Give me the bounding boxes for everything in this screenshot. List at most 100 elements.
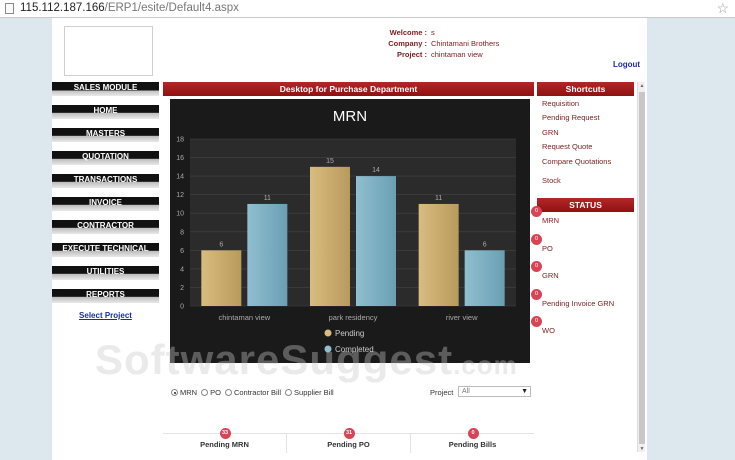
bar-pending-2: [418, 203, 459, 306]
x-tick-2: river view: [446, 313, 478, 322]
status-mrn[interactable]: 0 MRN: [531, 206, 614, 234]
pending-mrn-badge: 33: [219, 428, 231, 439]
nav-masters[interactable]: MASTERS: [52, 128, 159, 142]
bar-pending-0: [201, 250, 242, 306]
y-tick-10: 10: [176, 211, 184, 218]
project-filter-value: All: [462, 388, 470, 395]
legend-label-completed: Completed: [335, 345, 374, 354]
status-pending-invoice-grn[interactable]: 0 Pending Invoice GRN: [531, 288, 615, 317]
status-wo[interactable]: 0 WO: [531, 316, 614, 344]
status-grn-label: GRN: [542, 271, 559, 280]
data-label-pending-1: 15: [326, 158, 334, 165]
status-grn-badge: 0: [531, 261, 542, 272]
nav-transactions[interactable]: TRANSACTIONS: [52, 174, 159, 188]
pending-po-badge: 31: [343, 428, 355, 439]
radio-contractor-bill[interactable]: Contractor Bill: [224, 388, 282, 397]
shortcut-grn[interactable]: GRN: [542, 128, 611, 142]
chevron-down-icon[interactable]: ▼: [521, 387, 528, 396]
scroll-down-icon[interactable]: ▼: [638, 446, 646, 452]
user-info: Welcome :s Company : Chintamani Brothers …: [360, 27, 499, 60]
y-tick-12: 12: [176, 192, 184, 199]
y-tick-8: 8: [180, 229, 184, 236]
scrollbar-thumb[interactable]: [639, 92, 645, 444]
nav-invoice[interactable]: INVOICE: [52, 197, 159, 211]
bar-completed-1: [356, 176, 396, 306]
logout-link[interactable]: Logout: [613, 60, 640, 69]
nav-contractor[interactable]: CONTRACTOR: [52, 220, 159, 234]
radio-po[interactable]: PO: [201, 388, 221, 397]
radio-mrn-label: MRN: [180, 388, 198, 397]
scroll-up-icon[interactable]: ▲: [638, 83, 646, 89]
main-nav: SALES MODULE HOME MASTERS QUOTATION TRAN…: [52, 82, 159, 312]
status-po-label: PO: [542, 243, 553, 253]
status-mrn-label: MRN: [542, 216, 560, 225]
status-mrn-badge: 0: [531, 206, 542, 217]
bar-pending-1: [310, 166, 350, 306]
legend-swatch-pending: [324, 329, 332, 337]
radio-contractor-bill-label: Contractor Bill: [233, 388, 282, 397]
radio-supplier-bill[interactable]: Supplier Bill: [285, 388, 334, 397]
nav-quotation[interactable]: QUOTATION: [52, 151, 159, 165]
radio-supplier-bill-dot[interactable]: [285, 389, 293, 396]
nav-reports[interactable]: REPORTS: [52, 289, 159, 303]
chart-svg: MRN 0 2 4 6 8 10 12 14 16 18 6 11 chintaman view 15 14 p…: [176, 108, 516, 354]
bookmark-star-icon[interactable]: ☆: [716, 0, 729, 17]
address-bar[interactable]: 115.112.187.166/ERP1/esite/Default4.aspx…: [0, 0, 735, 18]
pending-bills[interactable]: 0 Pending Bills: [411, 428, 534, 453]
pending-po-label: Pending PO: [327, 440, 370, 449]
data-label-pending-2: 11: [435, 195, 442, 202]
company-label: Company :: [388, 39, 427, 48]
nav-home[interactable]: HOME: [52, 105, 159, 119]
bar-completed-2: [464, 250, 505, 306]
status-wo-label: WO: [542, 326, 555, 335]
status-po-badge: 0: [531, 233, 542, 245]
data-label-completed-1: 14: [372, 167, 380, 174]
status-pending-invoice-grn-label: Pending Invoice GRN: [542, 298, 615, 308]
y-tick-2: 2: [180, 285, 184, 292]
status-grn[interactable]: 0 GRN: [531, 261, 614, 289]
nav-execute-technical[interactable]: EXECUTE TECHNICAL: [52, 243, 159, 257]
status-wo-badge: 0: [531, 316, 542, 327]
y-tick-6: 6: [180, 248, 184, 255]
nav-sales-module[interactable]: SALES MODULE: [52, 82, 159, 96]
shortcut-compare-quotations[interactable]: Compare Quotations: [542, 157, 611, 171]
pending-bills-label: Pending Bills: [448, 440, 497, 449]
shortcuts-title: Shortcuts: [537, 82, 634, 96]
pending-mrn[interactable]: 33 Pending MRN: [163, 428, 287, 453]
pending-po[interactable]: 31 Pending PO: [287, 428, 411, 453]
radio-mrn-dot[interactable]: [171, 389, 178, 396]
legend-label-pending: Pending: [335, 329, 364, 338]
radio-po-dot[interactable]: [201, 389, 209, 396]
select-project-link[interactable]: Select Project: [52, 311, 159, 320]
status-po[interactable]: 0 PO: [531, 233, 614, 262]
shortcut-pending-request[interactable]: Pending Request: [542, 113, 611, 127]
shortcut-requisition[interactable]: Requisition: [542, 99, 611, 113]
project-filter-label: Project: [430, 388, 454, 397]
data-label-completed-2: 6: [483, 241, 487, 248]
data-label-pending-0: 6: [219, 241, 223, 248]
radio-mrn[interactable]: MRN: [171, 388, 197, 397]
shortcut-stock[interactable]: Stock: [542, 171, 611, 185]
radio-contractor-bill-dot[interactable]: [224, 389, 232, 396]
shortcut-request-quote[interactable]: Request Quote: [542, 142, 611, 156]
shortcuts-list: Requisition Pending Request GRN Request …: [542, 99, 611, 185]
x-tick-1: park residency: [329, 313, 378, 322]
y-tick-0: 0: [180, 304, 184, 311]
radio-supplier-bill-label: Supplier Bill: [294, 388, 334, 397]
status-list: 0 MRN 0 PO 0 GRN 0 Pending Invoice GRN 0 WO: [531, 206, 614, 344]
nav-utilities[interactable]: UTILITIES: [52, 266, 159, 280]
welcome-label: Welcome :: [389, 28, 427, 37]
project-label: Project :: [396, 50, 427, 59]
project-filter-select[interactable]: All ▼: [458, 386, 531, 397]
desktop-title: Desktop for Purchase Department: [163, 82, 534, 96]
mrn-chart: MRN 0 2 4 6 8 10 12 14 16 18 6 11 chintaman view 15 14 p…: [170, 99, 530, 363]
url-text[interactable]: 115.112.187.166/ERP1/esite/Default4.aspx: [20, 2, 239, 14]
x-tick-0: chintaman view: [218, 313, 270, 322]
chart-type-radios: MRN PO Contractor Bill Supplier Bill: [171, 388, 334, 397]
pending-mrn-label: Pending MRN: [200, 440, 249, 449]
pending-summary: 33 Pending MRN 31 Pending PO 0 Pending Bill…: [163, 428, 534, 453]
page-scrollbar[interactable]: ▲ ▼: [637, 82, 645, 452]
legend-swatch-completed: [324, 345, 332, 353]
status-pending-invoice-grn-badge: 0: [531, 288, 542, 300]
chart-title: MRN: [333, 108, 367, 125]
